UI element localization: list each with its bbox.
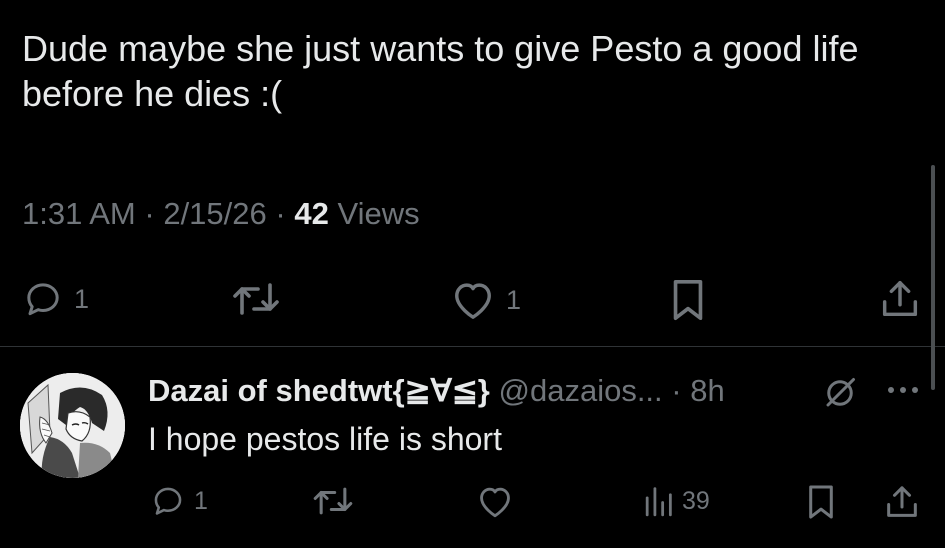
username-handle[interactable]: @dazaios... <box>499 373 663 408</box>
bookmark-icon <box>809 485 833 519</box>
header-separator: · <box>671 373 682 408</box>
post-text: Dude maybe she just wants to give Pesto … <box>22 28 859 114</box>
repost-button[interactable] <box>230 279 282 319</box>
views-icon <box>645 487 672 517</box>
views-count: 42 <box>294 196 329 231</box>
reply-repost-button[interactable] <box>311 484 355 518</box>
heart-icon <box>480 487 510 518</box>
reply-reply-button[interactable]: 1 <box>150 484 208 518</box>
meta-separator: · <box>144 196 155 231</box>
reply-count: 1 <box>74 283 90 314</box>
share-button[interactable] <box>877 276 923 322</box>
share-icon <box>882 280 918 317</box>
reply-text: I hope pestos life is short <box>148 421 502 457</box>
reply-header: Dazai of shedtwt{≧∀≦} @dazaios... · 8h <box>148 373 725 409</box>
avatar[interactable] <box>20 373 125 478</box>
reply-views-count: 39 <box>682 486 710 515</box>
post-date[interactable]: 2/15/26 <box>163 196 266 231</box>
divider <box>0 346 945 347</box>
heart-icon <box>455 283 491 319</box>
meta-separator: · <box>275 196 286 231</box>
like-count: 1 <box>506 284 522 315</box>
reply-age[interactable]: 8h <box>690 373 724 408</box>
grok-icon <box>826 378 855 407</box>
scrollbar[interactable] <box>931 165 935 390</box>
more-icon <box>888 387 918 393</box>
repost-icon <box>233 283 279 315</box>
post-meta: 1:31 AM · 2/15/26 · 42 Views <box>22 196 420 232</box>
like-button[interactable]: 1 <box>450 279 521 321</box>
display-name[interactable]: Dazai of shedtwt{≧∀≦} <box>148 373 490 408</box>
reply-views-button[interactable]: 39 <box>642 484 710 518</box>
grok-button[interactable] <box>822 375 858 411</box>
post-time[interactable]: 1:31 AM <box>22 196 136 231</box>
repost-icon <box>313 487 353 515</box>
reply-icon <box>27 283 59 316</box>
share-icon <box>887 486 917 517</box>
reply-button[interactable]: 1 <box>22 279 89 319</box>
reply-reply-count: 1 <box>194 486 208 515</box>
bookmark-icon <box>673 279 703 321</box>
avatar-illustration <box>20 373 125 478</box>
reply-like-button[interactable] <box>476 484 514 519</box>
more-options-button[interactable] <box>886 382 920 398</box>
reply-share-button[interactable] <box>882 482 922 522</box>
views-label: Views <box>337 196 420 231</box>
bookmark-button[interactable] <box>668 277 708 323</box>
reply-bookmark-button[interactable] <box>804 483 838 521</box>
reply-icon <box>154 487 182 515</box>
